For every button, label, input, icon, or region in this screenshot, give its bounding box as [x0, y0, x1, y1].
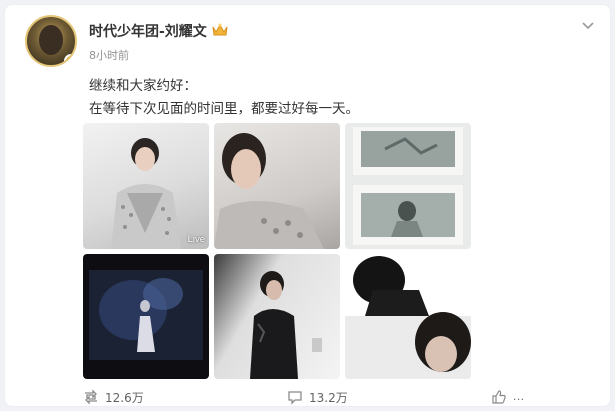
photo-1[interactable]: Live	[83, 123, 209, 249]
photo-2[interactable]	[214, 123, 340, 249]
comment-button[interactable]: 13.2万	[287, 387, 348, 407]
photo-5-art	[250, 271, 322, 379]
author-name[interactable]: 时代少年团-刘耀文	[89, 21, 207, 41]
photo-4[interactable]	[83, 254, 209, 379]
photo-4-art	[89, 270, 203, 360]
photo-6-art	[345, 254, 471, 379]
post-line-2: 在等待下次见面的时间里，都要过好每一天。	[89, 101, 359, 117]
photo-5[interactable]	[214, 254, 340, 379]
repost-button[interactable]: 12.6万	[83, 387, 144, 407]
photo-1-art	[111, 138, 181, 249]
photo-3-art	[353, 127, 463, 245]
post-text: 继续和大家约好： 在等待下次见面的时间里，都要过好每一天。	[89, 75, 359, 121]
photo-6[interactable]	[345, 254, 471, 379]
post-time[interactable]: 8小时前	[89, 47, 129, 63]
repost-count: 12.6万	[105, 390, 144, 405]
post-action-bar: 12.6万 13.2万 ...	[5, 387, 612, 407]
crown-badge-icon	[212, 23, 228, 36]
image-grid: Live	[83, 123, 471, 379]
like-count: ...	[513, 391, 525, 403]
repost-icon	[85, 389, 97, 405]
comment-count: 13.2万	[309, 390, 348, 405]
photo-2-art	[214, 133, 324, 249]
avatar[interactable]: ✓	[25, 15, 77, 67]
verified-badge-icon: ✓	[64, 54, 75, 65]
comment-icon	[288, 391, 302, 405]
post-line-1: 继续和大家约好：	[89, 78, 197, 94]
like-button[interactable]: ...	[491, 387, 525, 407]
weibo-post-card: ✓ 时代少年团-刘耀文 8小时前 继续和大家约好： 在等待下次见面的时间里，都要…	[4, 4, 611, 407]
chevron-down-icon[interactable]	[580, 17, 596, 33]
avatar-face	[39, 25, 63, 55]
photo-3[interactable]	[345, 123, 471, 249]
live-badge: Live	[187, 234, 205, 245]
like-icon	[492, 390, 506, 404]
